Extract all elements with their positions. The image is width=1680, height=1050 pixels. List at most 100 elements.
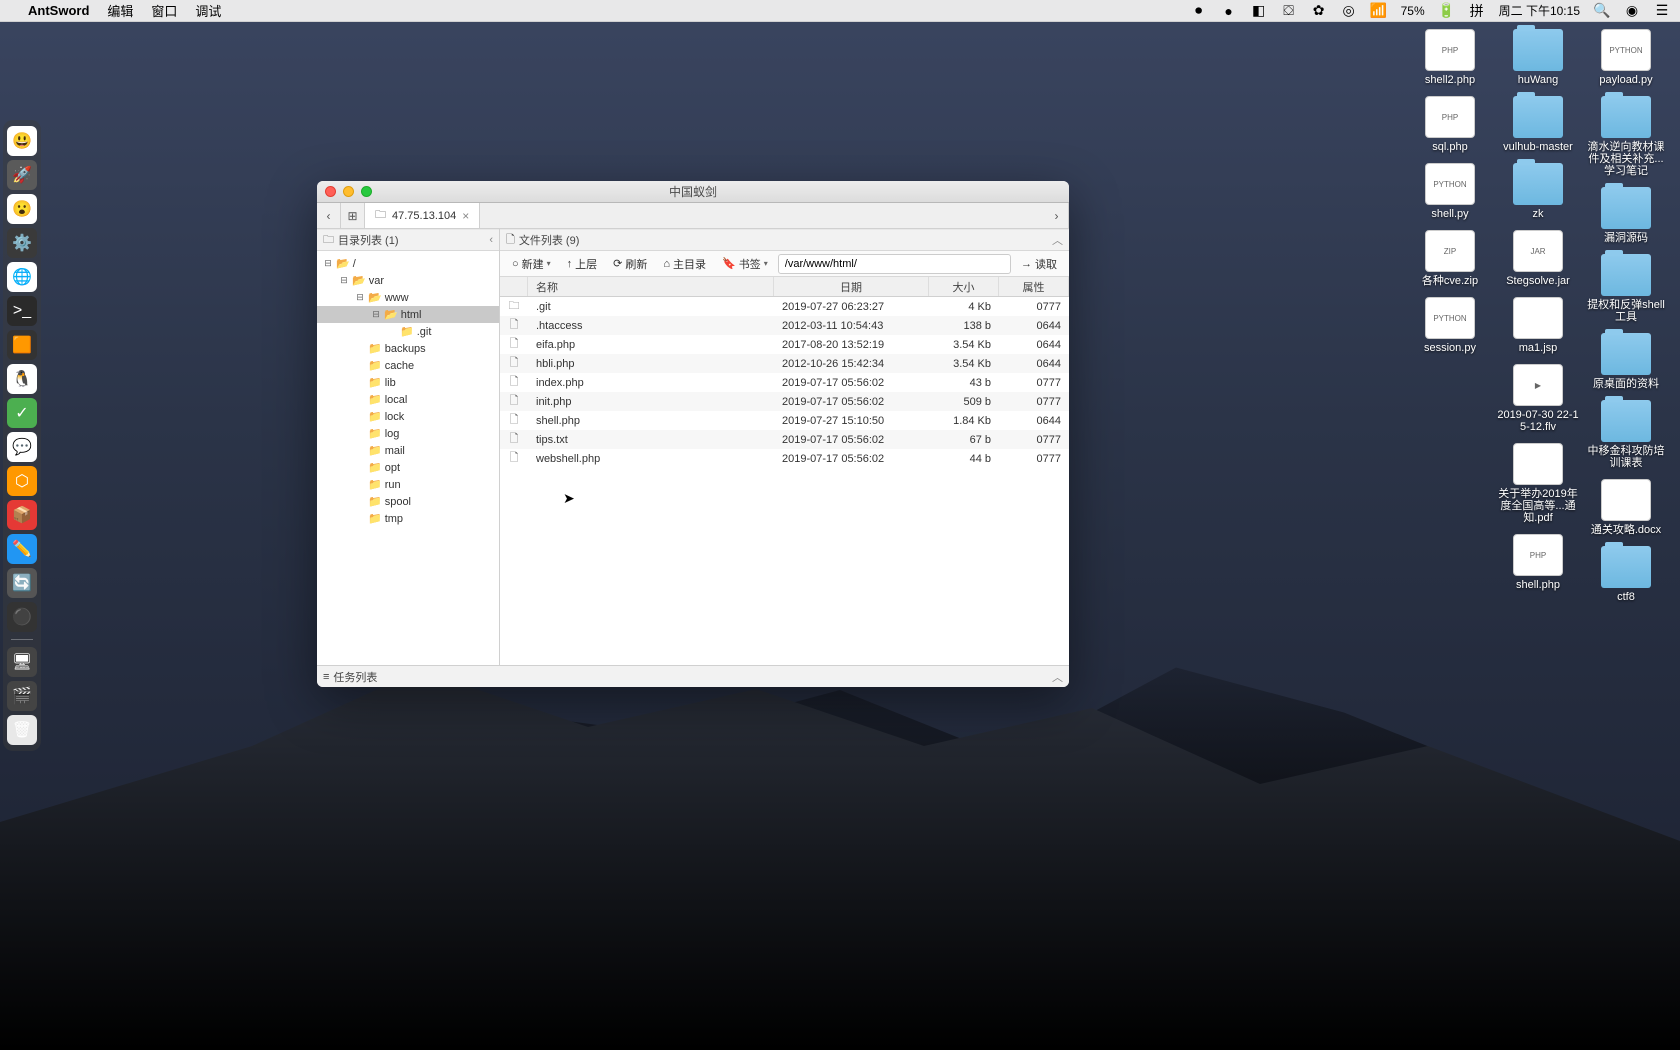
tree-item[interactable]: ⊟📂html xyxy=(317,306,499,323)
menu-app-name[interactable]: AntSword xyxy=(28,3,89,18)
col-name[interactable]: 名称 xyxy=(528,277,774,296)
tree-item[interactable]: 📁lib xyxy=(317,374,499,391)
desktop-icon[interactable]: ctf8 xyxy=(1582,546,1670,603)
table-row[interactable]: 🗋init.php2019-07-17 05:56:02509 b0777 xyxy=(500,392,1069,411)
desktop-icon[interactable]: 提权和反弹shell工具 xyxy=(1582,254,1670,323)
desktop-icon[interactable]: PYTHONsession.py xyxy=(1406,297,1494,354)
gear-icon[interactable]: ✿ xyxy=(1311,3,1327,19)
siri-icon[interactable]: ◉ xyxy=(1624,3,1640,19)
desktop-icon[interactable]: 漏洞源码 xyxy=(1582,187,1670,244)
collapse-icon[interactable]: ‹ xyxy=(489,234,493,246)
desktop-icon[interactable]: JARStegsolve.jar xyxy=(1494,230,1582,287)
tree-item[interactable]: 📁tmp xyxy=(317,510,499,527)
dock-item[interactable]: 🔄 xyxy=(7,568,37,598)
dock-item[interactable]: ⚙️ xyxy=(7,228,37,258)
dock-item[interactable]: >_ xyxy=(7,296,37,326)
battery-percent[interactable]: 75% xyxy=(1401,4,1425,18)
desktop-icon[interactable]: PHPshell.php xyxy=(1494,534,1582,591)
menu-item-debug[interactable]: 调试 xyxy=(195,1,221,20)
dock-item[interactable]: 🚀 xyxy=(7,160,37,190)
col-date[interactable]: 日期 xyxy=(774,277,929,296)
titlebar[interactable]: 中国蚁剑 xyxy=(317,181,1069,203)
col-attr[interactable]: 属性 xyxy=(999,277,1069,296)
dock-item[interactable]: 🐧 xyxy=(7,364,37,394)
desktop-icon[interactable]: vulhub-master xyxy=(1494,96,1582,153)
tree-item[interactable]: ⊟📂/ xyxy=(317,255,499,272)
tree-item[interactable]: 📁lock xyxy=(317,408,499,425)
table-row[interactable]: 🗋shell.php2019-07-27 15:10:501.84 Kb0644 xyxy=(500,411,1069,430)
clock[interactable]: 周二 下午10:15 xyxy=(1499,2,1580,19)
desktop-icon[interactable]: ZIP各种cve.zip xyxy=(1406,230,1494,287)
desktop-icon[interactable]: huWang xyxy=(1494,29,1582,86)
dock-item[interactable]: 💬 xyxy=(7,432,37,462)
airdrop-icon[interactable]: ◎ xyxy=(1341,3,1357,19)
desktop-icon[interactable]: 中移金科攻防培训课表 xyxy=(1582,400,1670,469)
tree-item[interactable]: 📁cache xyxy=(317,357,499,374)
desktop-icon[interactable]: ▶2019-07-30 22-15-12.flv xyxy=(1494,364,1582,433)
dock-item[interactable]: 😮 xyxy=(7,194,37,224)
path-input[interactable] xyxy=(778,254,1011,274)
tree-item[interactable]: 📁.git xyxy=(317,323,499,340)
status-dot-icon[interactable]: ● xyxy=(1221,3,1237,19)
col-icon[interactable] xyxy=(500,277,528,296)
dock-item[interactable]: ⬡ xyxy=(7,466,37,496)
window-minimize-button[interactable] xyxy=(343,186,354,197)
dock-item[interactable]: 🟧 xyxy=(7,330,37,360)
menu-list-icon[interactable]: ☰ xyxy=(1654,3,1670,19)
dock-item[interactable]: 🌐 xyxy=(7,262,37,292)
tree-item[interactable]: 📁mail xyxy=(317,442,499,459)
table-row[interactable]: 🗋hbli.php2012-10-26 15:42:343.54 Kb0644 xyxy=(500,354,1069,373)
desktop-icon[interactable]: zk xyxy=(1494,163,1582,220)
tab-nav-left[interactable]: ‹ xyxy=(317,203,341,228)
desktop-icon[interactable]: 原桌面的资料 xyxy=(1582,333,1670,390)
new-button[interactable]: ○ 新建 ▾ xyxy=(506,253,557,275)
window-close-button[interactable] xyxy=(325,186,336,197)
battery-icon[interactable]: 🔋 xyxy=(1439,3,1455,19)
menu-item-edit[interactable]: 编辑 xyxy=(107,1,133,20)
bookmark-button[interactable]: 🔖 书签 ▾ xyxy=(716,253,774,275)
expand-icon[interactable]: ⊟ xyxy=(339,275,349,286)
refresh-button[interactable]: ⟳ 刷新 xyxy=(607,253,653,275)
table-row[interactable]: 🗋tips.txt2019-07-17 05:56:0267 b0777 xyxy=(500,430,1069,449)
desktop-icon[interactable]: ma1.jsp xyxy=(1494,297,1582,354)
tab-connection[interactable]: 🗀 47.75.13.104 × xyxy=(365,203,480,228)
wifi-icon[interactable]: 📶 xyxy=(1371,3,1387,19)
collapse-icon[interactable]: ︿ xyxy=(1052,232,1063,248)
tree-item[interactable]: 📁spool xyxy=(317,493,499,510)
desktop-icon[interactable]: PYTHONshell.py xyxy=(1406,163,1494,220)
dock-item[interactable]: ✓ xyxy=(7,398,37,428)
desktop-icon[interactable]: 通关攻略.docx xyxy=(1582,479,1670,536)
read-button[interactable]: → 读取 xyxy=(1015,253,1063,275)
spotlight-icon[interactable]: 🔍 xyxy=(1594,3,1610,19)
tree-item[interactable]: ⊟📂var xyxy=(317,272,499,289)
table-row[interactable]: 🗋.htaccess2012-03-11 10:54:43138 b0644 xyxy=(500,316,1069,335)
dock-item[interactable]: 🎬 xyxy=(7,681,37,711)
sync-icon[interactable]: ◧ xyxy=(1251,3,1267,19)
expand-icon[interactable]: ⊟ xyxy=(371,309,381,320)
expand-icon[interactable]: ⊟ xyxy=(323,258,333,269)
tree-item[interactable]: 📁backups xyxy=(317,340,499,357)
tree-item[interactable]: 📁opt xyxy=(317,459,499,476)
record-icon[interactable]: ⏺ xyxy=(1191,3,1207,19)
input-method-icon[interactable]: 拼 xyxy=(1469,3,1485,19)
window-maximize-button[interactable] xyxy=(361,186,372,197)
menu-item-window[interactable]: 窗口 xyxy=(151,1,177,20)
tab-close-icon[interactable]: × xyxy=(462,209,469,223)
dropbox-icon[interactable]: ⛋ xyxy=(1281,3,1297,19)
desktop-icon[interactable]: 关于举办2019年度全国高等...通知.pdf xyxy=(1494,443,1582,524)
table-row[interactable]: 🗋index.php2019-07-17 05:56:0243 b0777 xyxy=(500,373,1069,392)
dock-item[interactable]: 😃 xyxy=(7,126,37,156)
home-button[interactable]: ⌂ 主目录 xyxy=(657,253,712,275)
directory-tree[interactable]: ⊟📂/⊟📂var⊟📂www⊟📂html 📁.git 📁backups 📁cach… xyxy=(317,251,499,665)
tree-item[interactable]: 📁run xyxy=(317,476,499,493)
col-size[interactable]: 大小 xyxy=(929,277,999,296)
desktop-icon[interactable]: 滴水逆向教材课件及相关补充...学习笔记 xyxy=(1582,96,1670,177)
table-row[interactable]: 🗀.git2019-07-27 06:23:274 Kb0777 xyxy=(500,297,1069,316)
up-button[interactable]: ↑ 上层 xyxy=(561,253,604,275)
desktop-icon[interactable]: PYTHONpayload.py xyxy=(1582,29,1670,86)
dock-item[interactable]: 🖥 xyxy=(7,647,37,677)
table-row[interactable]: 🗋webshell.php2019-07-17 05:56:0244 b0777 xyxy=(500,449,1069,468)
desktop-icon[interactable]: PHPsql.php xyxy=(1406,96,1494,153)
expand-icon[interactable]: ︿ xyxy=(1052,669,1063,685)
table-row[interactable]: 🗋eifa.php2017-08-20 13:52:193.54 Kb0644 xyxy=(500,335,1069,354)
